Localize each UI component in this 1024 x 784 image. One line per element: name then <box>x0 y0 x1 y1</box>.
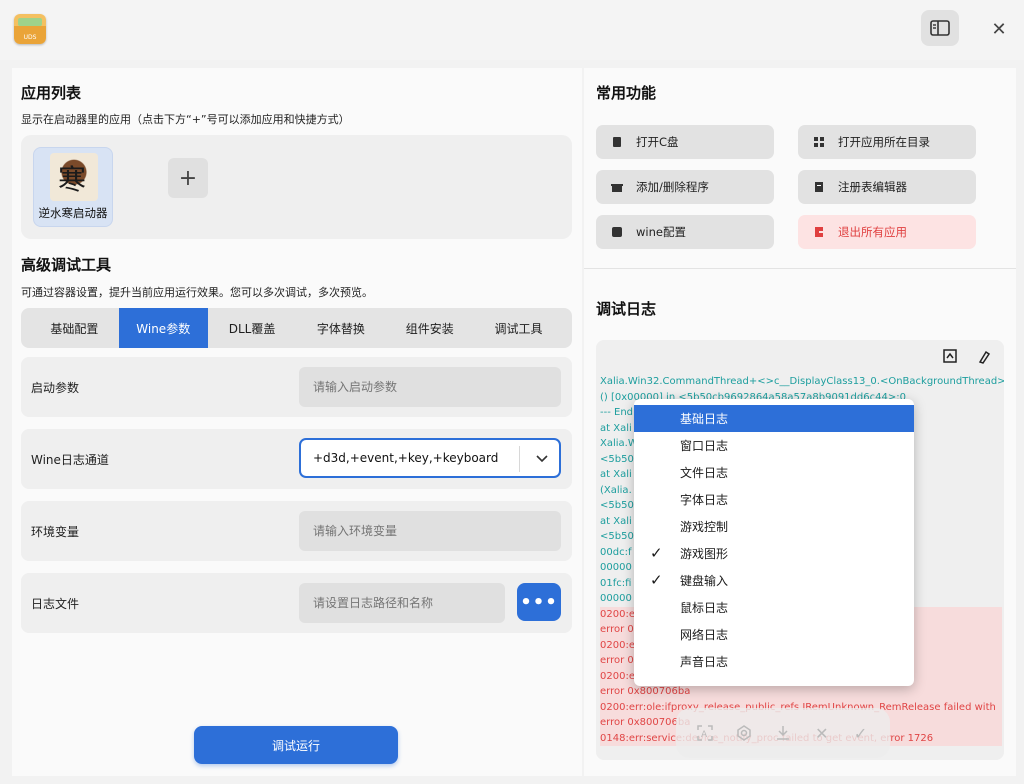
text-recognize-icon[interactable]: A <box>692 720 718 746</box>
app-name: 逆水寒启动器 <box>38 206 108 220</box>
pin-icon[interactable] <box>731 720 757 746</box>
open-app-dir-button[interactable]: 打开应用所在目录 <box>798 125 976 159</box>
dropdown-item-label: 键盘输入 <box>680 574 729 588</box>
checkmark-icon: ✓ <box>650 544 663 562</box>
logo-text: UDS <box>23 34 37 41</box>
tab-debug-tools[interactable]: 调试工具 <box>474 308 563 348</box>
dropdown-item-label: 窗口日志 <box>680 439 729 453</box>
log-toolbar <box>940 346 994 366</box>
wine-config-icon <box>610 225 624 239</box>
common-functions-title: 常用功能 <box>596 84 657 102</box>
open-c-drive-button[interactable]: 打开C盘 <box>596 125 774 159</box>
exit-icon <box>812 225 826 239</box>
dropdown-item-label: 网络日志 <box>680 628 729 642</box>
config-tabs: 基础配置 Wine参数 DLL覆盖 字体替换 组件安装 调试工具 <box>21 308 572 348</box>
download-icon[interactable] <box>770 720 796 746</box>
wine-config-button[interactable]: wine配置 <box>596 215 774 249</box>
dropdown-item-mouse-log[interactable]: 鼠标日志 <box>634 594 914 621</box>
tab-component-install[interactable]: 组件安装 <box>385 308 474 348</box>
launch-params-label: 启动参数 <box>31 381 80 395</box>
dropdown-item-sound-log[interactable]: 声音日志 <box>634 648 914 675</box>
left-panel: 应用列表 显示在启动器里的应用（点击下方“+”号可以添加应用和快捷方式） 逆水寒… <box>12 68 582 776</box>
registry-icon <box>812 180 826 194</box>
add-app-button[interactable]: + <box>168 158 208 198</box>
sidebar-toggle-button[interactable] <box>921 10 959 46</box>
wine-log-channel-label: Wine日志通道 <box>31 453 109 467</box>
exit-all-apps-label: 退出所有应用 <box>838 225 907 239</box>
app-list-title: 应用列表 <box>21 84 82 102</box>
dropdown-item-window-log[interactable]: 窗口日志 <box>634 432 914 459</box>
dropdown-item-label: 鼠标日志 <box>680 601 729 615</box>
debug-log-title: 调试日志 <box>596 300 657 318</box>
log-line-error: error 0x800706ba <box>600 684 1002 700</box>
log-file-input[interactable] <box>299 583 505 623</box>
app-list-box: 逆水寒启动器 + <box>21 135 572 239</box>
dropdown-item-label: 基础日志 <box>680 412 729 426</box>
wine-config-label: wine配置 <box>636 225 686 239</box>
log-clear-icon[interactable] <box>974 346 994 366</box>
dropdown-item-basic-log[interactable]: 基础日志 <box>634 405 914 432</box>
advanced-desc: 可通过容器设置，提升当前应用运行效果。您可以多次调试，多次预览。 <box>21 286 373 299</box>
wine-log-channel-combo[interactable]: +d3d,+event,+key,+keyboard <box>299 438 561 478</box>
checkmark-icon: ✓ <box>650 571 663 589</box>
app-list-desc: 显示在启动器里的应用（点击下方“+”号可以添加应用和快捷方式） <box>21 113 350 126</box>
log-line: Xalia.Win32.CommandThread+<>c__DisplayCl… <box>600 376 1004 387</box>
open-c-drive-label: 打开C盘 <box>636 135 679 149</box>
app-logo-icon: UDS <box>14 14 46 44</box>
dropdown-item-label: 游戏图形 <box>680 547 729 561</box>
open-app-dir-label: 打开应用所在目录 <box>838 135 930 149</box>
combo-separator <box>519 446 520 472</box>
launch-params-input[interactable] <box>299 367 561 407</box>
log-channel-dropdown: 基础日志 窗口日志 文件日志 字体日志 游戏控制 ✓ 游戏图形 ✓ 键盘输入 鼠标日… <box>634 399 914 686</box>
dropdown-item-network-log[interactable]: 网络日志 <box>634 621 914 648</box>
launch-params-row: 启动参数 <box>21 357 572 417</box>
dropdown-item-label: 游戏控制 <box>680 520 729 534</box>
add-remove-programs-label: 添加/删除程序 <box>636 180 709 194</box>
dropdown-item-game-control[interactable]: 游戏控制 <box>634 513 914 540</box>
registry-editor-label: 注册表编辑器 <box>838 180 907 194</box>
dropdown-item-label: 文件日志 <box>680 466 729 480</box>
log-file-label: 日志文件 <box>31 597 80 611</box>
chevron-down-icon[interactable] <box>527 446 557 472</box>
debug-run-button[interactable]: 调试运行 <box>194 726 398 764</box>
sidebar-toggle-icon <box>930 20 950 36</box>
env-vars-label: 环境变量 <box>31 525 80 539</box>
log-export-icon[interactable] <box>940 346 960 366</box>
confirm-icon[interactable]: ✓ <box>848 720 874 746</box>
title-bar: UDS ✕ <box>0 0 1024 60</box>
app-icon <box>50 153 98 201</box>
app-tile[interactable]: 逆水寒启动器 <box>33 147 113 227</box>
close-icon: ✕ <box>991 18 1007 40</box>
tab-dll-override[interactable]: DLL覆盖 <box>208 308 297 348</box>
folder-icon <box>812 135 826 149</box>
env-vars-row: 环境变量 <box>21 501 572 561</box>
advanced-title: 高级调试工具 <box>21 256 112 274</box>
gift-icon <box>610 180 624 194</box>
tab-basic[interactable]: 基础配置 <box>30 308 119 348</box>
add-remove-programs-button[interactable]: 添加/删除程序 <box>596 170 774 204</box>
log-file-browse-button[interactable]: ••• <box>517 583 561 621</box>
dropdown-item-game-graphics[interactable]: ✓ 游戏图形 <box>634 540 914 567</box>
floating-toolbar: A ✕ ✓ <box>676 708 890 758</box>
log-file-row: 日志文件 ••• <box>21 573 572 633</box>
registry-editor-button[interactable]: 注册表编辑器 <box>798 170 976 204</box>
wine-log-channel-row: Wine日志通道 +d3d,+event,+key,+keyboard <box>21 429 572 489</box>
drive-icon <box>610 135 624 149</box>
dropdown-item-keyboard-input[interactable]: ✓ 键盘输入 <box>634 567 914 594</box>
wine-log-channel-value: +d3d,+event,+key,+keyboard <box>313 451 499 465</box>
dropdown-item-file-log[interactable]: 文件日志 <box>634 459 914 486</box>
svg-text:A: A <box>701 730 708 740</box>
section-divider <box>584 268 1016 269</box>
tab-font-replace[interactable]: 字体替换 <box>296 308 385 348</box>
cancel-icon[interactable]: ✕ <box>809 720 835 746</box>
dropdown-item-font-log[interactable]: 字体日志 <box>634 486 914 513</box>
tab-wine-params[interactable]: Wine参数 <box>118 308 208 348</box>
dropdown-item-label: 字体日志 <box>680 493 729 507</box>
dropdown-item-label: 声音日志 <box>680 655 729 669</box>
exit-all-apps-button[interactable]: 退出所有应用 <box>798 215 976 249</box>
env-vars-input[interactable] <box>299 511 561 551</box>
close-button[interactable]: ✕ <box>986 16 1012 42</box>
